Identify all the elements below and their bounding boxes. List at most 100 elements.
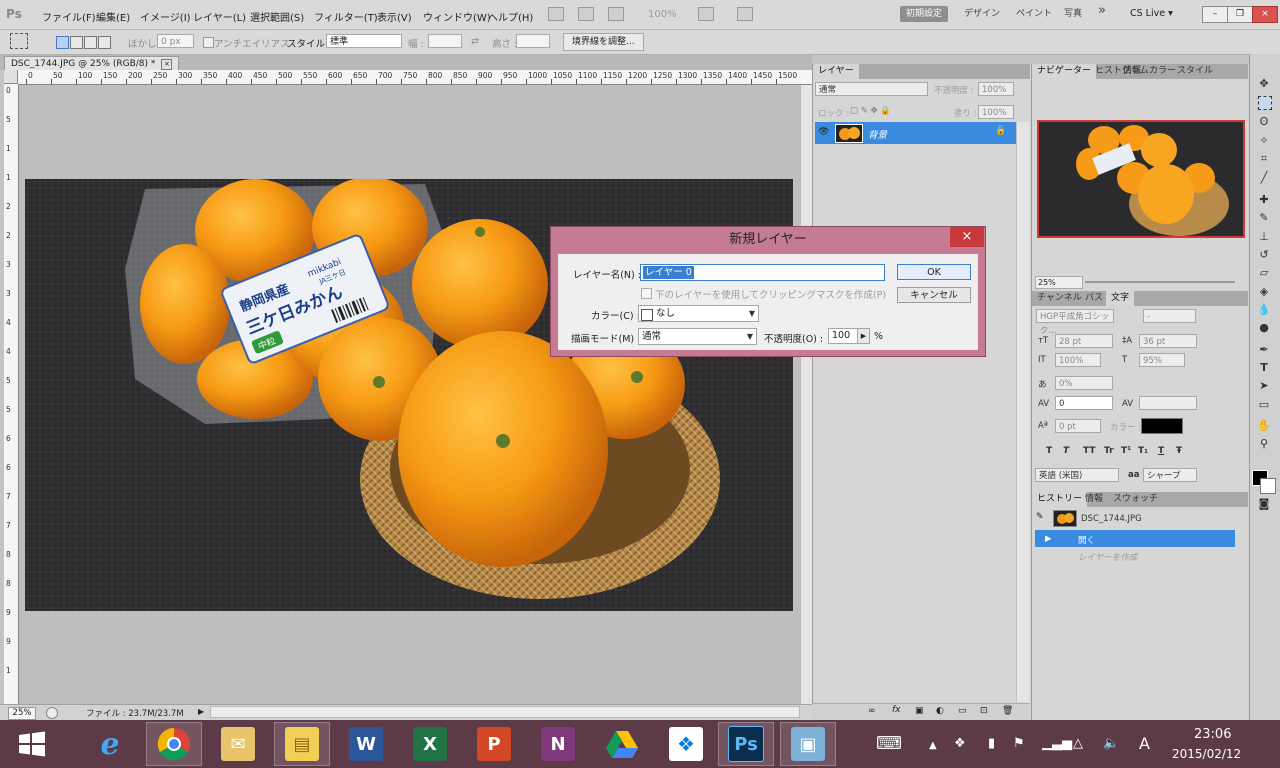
network-signal-icon[interactable]: ▁▃▅	[1042, 736, 1072, 751]
screen-mode-icon[interactable]	[737, 7, 753, 21]
horizontal-ruler[interactable]: 0 50 100 150 200 250 300 350 400 450 500 550 600 650 7…	[18, 70, 812, 85]
ime-indicator[interactable]: A	[1139, 734, 1150, 753]
taskbar-powerpoint[interactable]: P	[466, 722, 522, 766]
adjustment-layer-icon[interactable]: ◐	[936, 706, 944, 716]
volume-icon[interactable]: 🔈	[1103, 736, 1119, 751]
height-input[interactable]	[516, 34, 550, 48]
menu-view[interactable]: 表示(V)	[377, 9, 412, 24]
start-button[interactable]	[4, 722, 60, 766]
tab-history[interactable]: ヒストリー	[1032, 492, 1088, 507]
faux-italic-button[interactable]: T	[1063, 446, 1069, 456]
ok-button[interactable]: OK	[897, 264, 971, 280]
brush-tool-icon[interactable]: ✎	[1256, 210, 1272, 226]
history-snapshot-name[interactable]: DSC_1744.JPG	[1081, 514, 1142, 524]
taskbar-ie[interactable]: e	[82, 722, 138, 766]
maximize-button[interactable]: ❐	[1227, 6, 1253, 23]
navigator-zoom-slider[interactable]	[1085, 281, 1235, 283]
zoom-tool-icon[interactable]: ⚲	[1256, 436, 1272, 452]
hand-tool-icon[interactable]: ✋	[1256, 418, 1272, 434]
font-family-select[interactable]: HGP平成角ゴシック...	[1036, 309, 1114, 336]
fill-input[interactable]: 100%	[978, 105, 1014, 119]
swap-icon[interactable]: ⇄	[471, 36, 479, 47]
all-caps-button[interactable]: TT	[1083, 446, 1096, 456]
taskbar-mail[interactable]: ✉	[210, 722, 266, 766]
move-tool-icon[interactable]: ✥	[1256, 76, 1272, 92]
workspace-essentials[interactable]: 初期設定	[900, 6, 949, 22]
lasso-tool-icon[interactable]: ʘ	[1256, 114, 1272, 130]
workspace-paint[interactable]: ペイント	[1010, 6, 1058, 22]
close-window-button[interactable]: ×	[1252, 6, 1278, 23]
google-drive-tray-icon[interactable]: △	[1073, 736, 1083, 751]
menu-help[interactable]: ヘルプ(H)	[488, 9, 533, 24]
tsume-input[interactable]: 0%	[1055, 376, 1113, 390]
ruler-origin[interactable]	[4, 70, 18, 84]
dialog-blend-mode-select[interactable]: 通常 ▼	[638, 328, 757, 345]
history-item-open[interactable]	[1035, 530, 1235, 547]
antialias-select[interactable]: シャープ	[1143, 468, 1197, 482]
menu-file[interactable]: ファイル(F)	[42, 9, 96, 24]
rect-marquee-tool-icon[interactable]	[1258, 96, 1272, 110]
layers-scrollbar[interactable]	[1016, 122, 1029, 702]
zoom-level[interactable]: 100%	[648, 9, 677, 20]
history-brush-icon[interactable]: ✎	[1036, 512, 1044, 522]
clock-date[interactable]: 2015/02/12	[1172, 747, 1241, 761]
new-group-icon[interactable]: ▭	[958, 706, 967, 716]
blur-tool-icon[interactable]: 💧	[1256, 302, 1272, 318]
menu-filter[interactable]: フィルター(T)	[314, 9, 378, 24]
history-item-new-layer[interactable]: レイヤーを作成	[1078, 551, 1137, 563]
strikethrough-button[interactable]: Ŧ	[1176, 446, 1182, 456]
taskbar-photoshop[interactable]: Ps	[718, 722, 774, 766]
faux-bold-button[interactable]: T	[1046, 446, 1052, 456]
vertical-scale-input[interactable]: 100%	[1055, 353, 1101, 367]
text-color-swatch[interactable]	[1141, 418, 1183, 434]
vertical-ruler[interactable]: 0 5 1 1 2 2 3 3 4 4 5 5 6 6 7 7 8 8 9 9 1	[4, 84, 19, 704]
new-layer-icon[interactable]: ⊡	[980, 706, 988, 716]
minimize-button[interactable]: –	[1202, 6, 1228, 23]
link-layers-icon[interactable]: ∞	[868, 706, 876, 716]
kerning-input[interactable]: 0	[1055, 396, 1113, 410]
document-tab[interactable]: DSC_1744.JPG @ 25% (RGB/8) * ×	[4, 56, 180, 71]
history-brush-tool-icon[interactable]: ↺	[1256, 247, 1272, 263]
font-size-input[interactable]: 28 pt	[1055, 334, 1113, 348]
path-select-tool-icon[interactable]: ➤	[1256, 378, 1272, 394]
refine-edge-button[interactable]: 境界線を調整...	[563, 33, 644, 51]
type-tool-icon[interactable]: T	[1256, 360, 1272, 376]
close-document-icon[interactable]: ×	[161, 59, 173, 70]
taskbar-excel[interactable]: X	[402, 722, 458, 766]
navigator-zoom-input[interactable]: 25%	[1035, 276, 1083, 289]
layer-name[interactable]: 背景	[868, 127, 887, 141]
workspace-photo[interactable]: 写真	[1058, 6, 1088, 22]
view-extras-icon[interactable]	[608, 7, 624, 21]
taskbar-word[interactable]: W	[338, 722, 394, 766]
tab-navigator[interactable]: ナビゲーター	[1032, 64, 1097, 79]
tab-paths[interactable]: パス	[1080, 291, 1108, 306]
status-menu-arrow-icon[interactable]: ▶	[198, 707, 204, 716]
crop-tool-icon[interactable]: ⌗	[1256, 151, 1272, 167]
visibility-eye-icon[interactable]: 👁	[818, 127, 829, 137]
marquee-tool-preset-icon[interactable]	[10, 33, 28, 49]
color-select[interactable]: なし ▼	[638, 305, 759, 322]
layer-style-icon[interactable]: fx	[892, 705, 901, 715]
shape-tool-icon[interactable]: ▭	[1256, 397, 1272, 413]
intersect-selection-icon[interactable]	[98, 36, 111, 49]
menu-edit[interactable]: 編集(E)	[96, 9, 130, 24]
cancel-button[interactable]: キャンセル	[897, 287, 971, 303]
dialog-close-button[interactable]: ×	[950, 227, 984, 247]
dodge-tool-icon[interactable]: ●	[1256, 320, 1272, 336]
feather-input[interactable]: 0 px	[157, 34, 194, 48]
workspace-design[interactable]: デザイン	[958, 6, 1006, 22]
blend-mode-select[interactable]: 通常	[815, 82, 928, 96]
dropbox-tray-icon[interactable]: ❖	[954, 736, 966, 751]
taskbar-chrome[interactable]	[146, 722, 202, 766]
navigator-preview[interactable]	[1037, 120, 1245, 238]
quick-mask-icon[interactable]: ◙	[1256, 496, 1272, 512]
eraser-tool-icon[interactable]: ▱	[1256, 265, 1272, 281]
show-hidden-icons-icon[interactable]: ▲	[929, 740, 937, 751]
lock-icons[interactable]: ▢ ✎ ✥ 🔒	[850, 106, 891, 116]
subscript-button[interactable]: T₁	[1138, 446, 1148, 456]
canvas-horizontal-scrollbar[interactable]	[210, 706, 800, 718]
superscript-button[interactable]: T¹	[1121, 446, 1131, 456]
small-caps-button[interactable]: Tr	[1104, 446, 1114, 456]
quick-select-tool-icon[interactable]: ✧	[1256, 133, 1272, 149]
status-info-icon[interactable]	[46, 707, 58, 719]
